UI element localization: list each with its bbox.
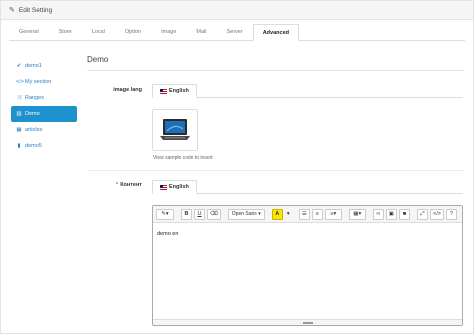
bar-chart-icon: ▥ <box>16 111 22 117</box>
tab-store[interactable]: Store <box>49 24 82 40</box>
bookmark-icon: ▮ <box>17 143 21 149</box>
sidebar-item-my-section[interactable]: </> My section <box>11 74 77 90</box>
uk-flag-icon <box>160 88 167 94</box>
panel-title: Edit Setting <box>18 6 53 14</box>
lang-tab-label: English <box>169 184 189 190</box>
tab-general[interactable]: General <box>9 24 49 40</box>
tab-mail[interactable]: Mail <box>186 24 216 40</box>
unordered-list-icon[interactable]: ☰ <box>298 208 310 220</box>
row-divider <box>87 170 464 171</box>
image-thumbnail[interactable] <box>152 109 198 151</box>
style-dropdown-button[interactable]: ✎▾ <box>156 208 174 220</box>
highlight-color-button[interactable]: A <box>271 208 283 220</box>
table-icon: ▦ <box>16 127 22 133</box>
uk-flag-icon <box>160 184 167 190</box>
sidebar-item-label: demo5 <box>25 143 42 149</box>
font-family-dropdown[interactable]: Open Sans ▾ <box>227 208 265 220</box>
settings-tabs: General Store Local Option Image Mail Se… <box>9 24 465 41</box>
tab-local[interactable]: Local <box>82 24 115 40</box>
tab-option[interactable]: Option <box>115 24 151 40</box>
required-mark: * <box>116 182 119 188</box>
rich-text-editor: ✎▾ B U ⌫ Open Sans ▾ A ▾ ☰ ≡ ≡▾ ▦▾ ∞ ▣ ■ … <box>152 205 463 326</box>
paragraph-align-dropdown[interactable]: ≡▾ <box>324 208 342 220</box>
laptop-image <box>160 119 190 140</box>
content-lang-tab-english[interactable]: English <box>152 180 197 194</box>
check-icon: ✔ <box>16 63 22 69</box>
ordered-list-icon[interactable]: ≡ <box>311 208 323 220</box>
section-sidebar: ✔ demo1 </> My section ⤨ Ranges ▥ Demo ▦… <box>11 58 77 154</box>
sidebar-item-label: demo1 <box>25 63 42 69</box>
sidebar-item-demo1[interactable]: ✔ demo1 <box>11 58 77 74</box>
color-dropdown-caret[interactable]: ▾ <box>285 209 292 220</box>
font-name: Open Sans <box>231 211 257 217</box>
content-label-text: Контент <box>120 182 142 188</box>
sample-code-hint: View sample code to insert <box>153 155 213 161</box>
editor-content[interactable]: demo en <box>153 223 462 245</box>
image-lang-tab-english[interactable]: English <box>152 84 197 98</box>
sidebar-item-label: My section <box>25 79 52 85</box>
editor-resize-handle[interactable] <box>153 319 462 325</box>
tab-image[interactable]: Image <box>151 24 186 40</box>
image-lang-label: image lang <box>113 87 142 93</box>
lang-tabs-underline <box>152 193 463 194</box>
tab-server[interactable]: Server <box>217 24 253 40</box>
lang-tab-label: English <box>169 88 189 94</box>
editor-toolbar: ✎▾ B U ⌫ Open Sans ▾ A ▾ ☰ ≡ ≡▾ ▦▾ ∞ ▣ ■ … <box>153 206 462 223</box>
pencil-icon: ✎ <box>9 7 15 14</box>
sidebar-item-demo[interactable]: ▥ Demo <box>11 106 77 122</box>
help-icon[interactable]: ? <box>445 208 457 220</box>
section-content: Demo <box>87 55 464 71</box>
video-icon[interactable]: ■ <box>398 208 410 220</box>
sidebar-item-label: articles <box>25 127 43 133</box>
random-icon: ⤨ <box>16 94 22 101</box>
sidebar-item-label: Demo <box>25 111 40 117</box>
sidebar-item-label: Ranges <box>25 95 44 101</box>
link-icon[interactable]: ∞ <box>372 208 384 220</box>
panel-heading: ✎ Edit Setting <box>1 1 473 20</box>
sidebar-item-articles[interactable]: ▦ articles <box>11 122 77 138</box>
code-view-icon[interactable]: </> <box>429 208 444 220</box>
eraser-icon[interactable]: ⌫ <box>207 208 221 220</box>
tab-advanced[interactable]: Advanced <box>252 24 299 41</box>
content-label: * Контент <box>90 182 142 188</box>
bold-button[interactable]: B <box>181 208 192 220</box>
table-dropdown[interactable]: ▦▾ <box>348 208 366 220</box>
underline-button[interactable]: U <box>194 208 205 220</box>
section-legend: Demo <box>87 55 464 71</box>
picture-icon[interactable]: ▣ <box>385 208 397 220</box>
sidebar-item-ranges[interactable]: ⤨ Ranges <box>11 90 77 106</box>
code-icon: </> <box>16 79 24 85</box>
sidebar-item-demo5[interactable]: ▮ demo5 <box>11 138 77 154</box>
lang-tabs-underline <box>152 97 463 98</box>
fullscreen-icon[interactable]: ⤢ <box>416 208 428 220</box>
